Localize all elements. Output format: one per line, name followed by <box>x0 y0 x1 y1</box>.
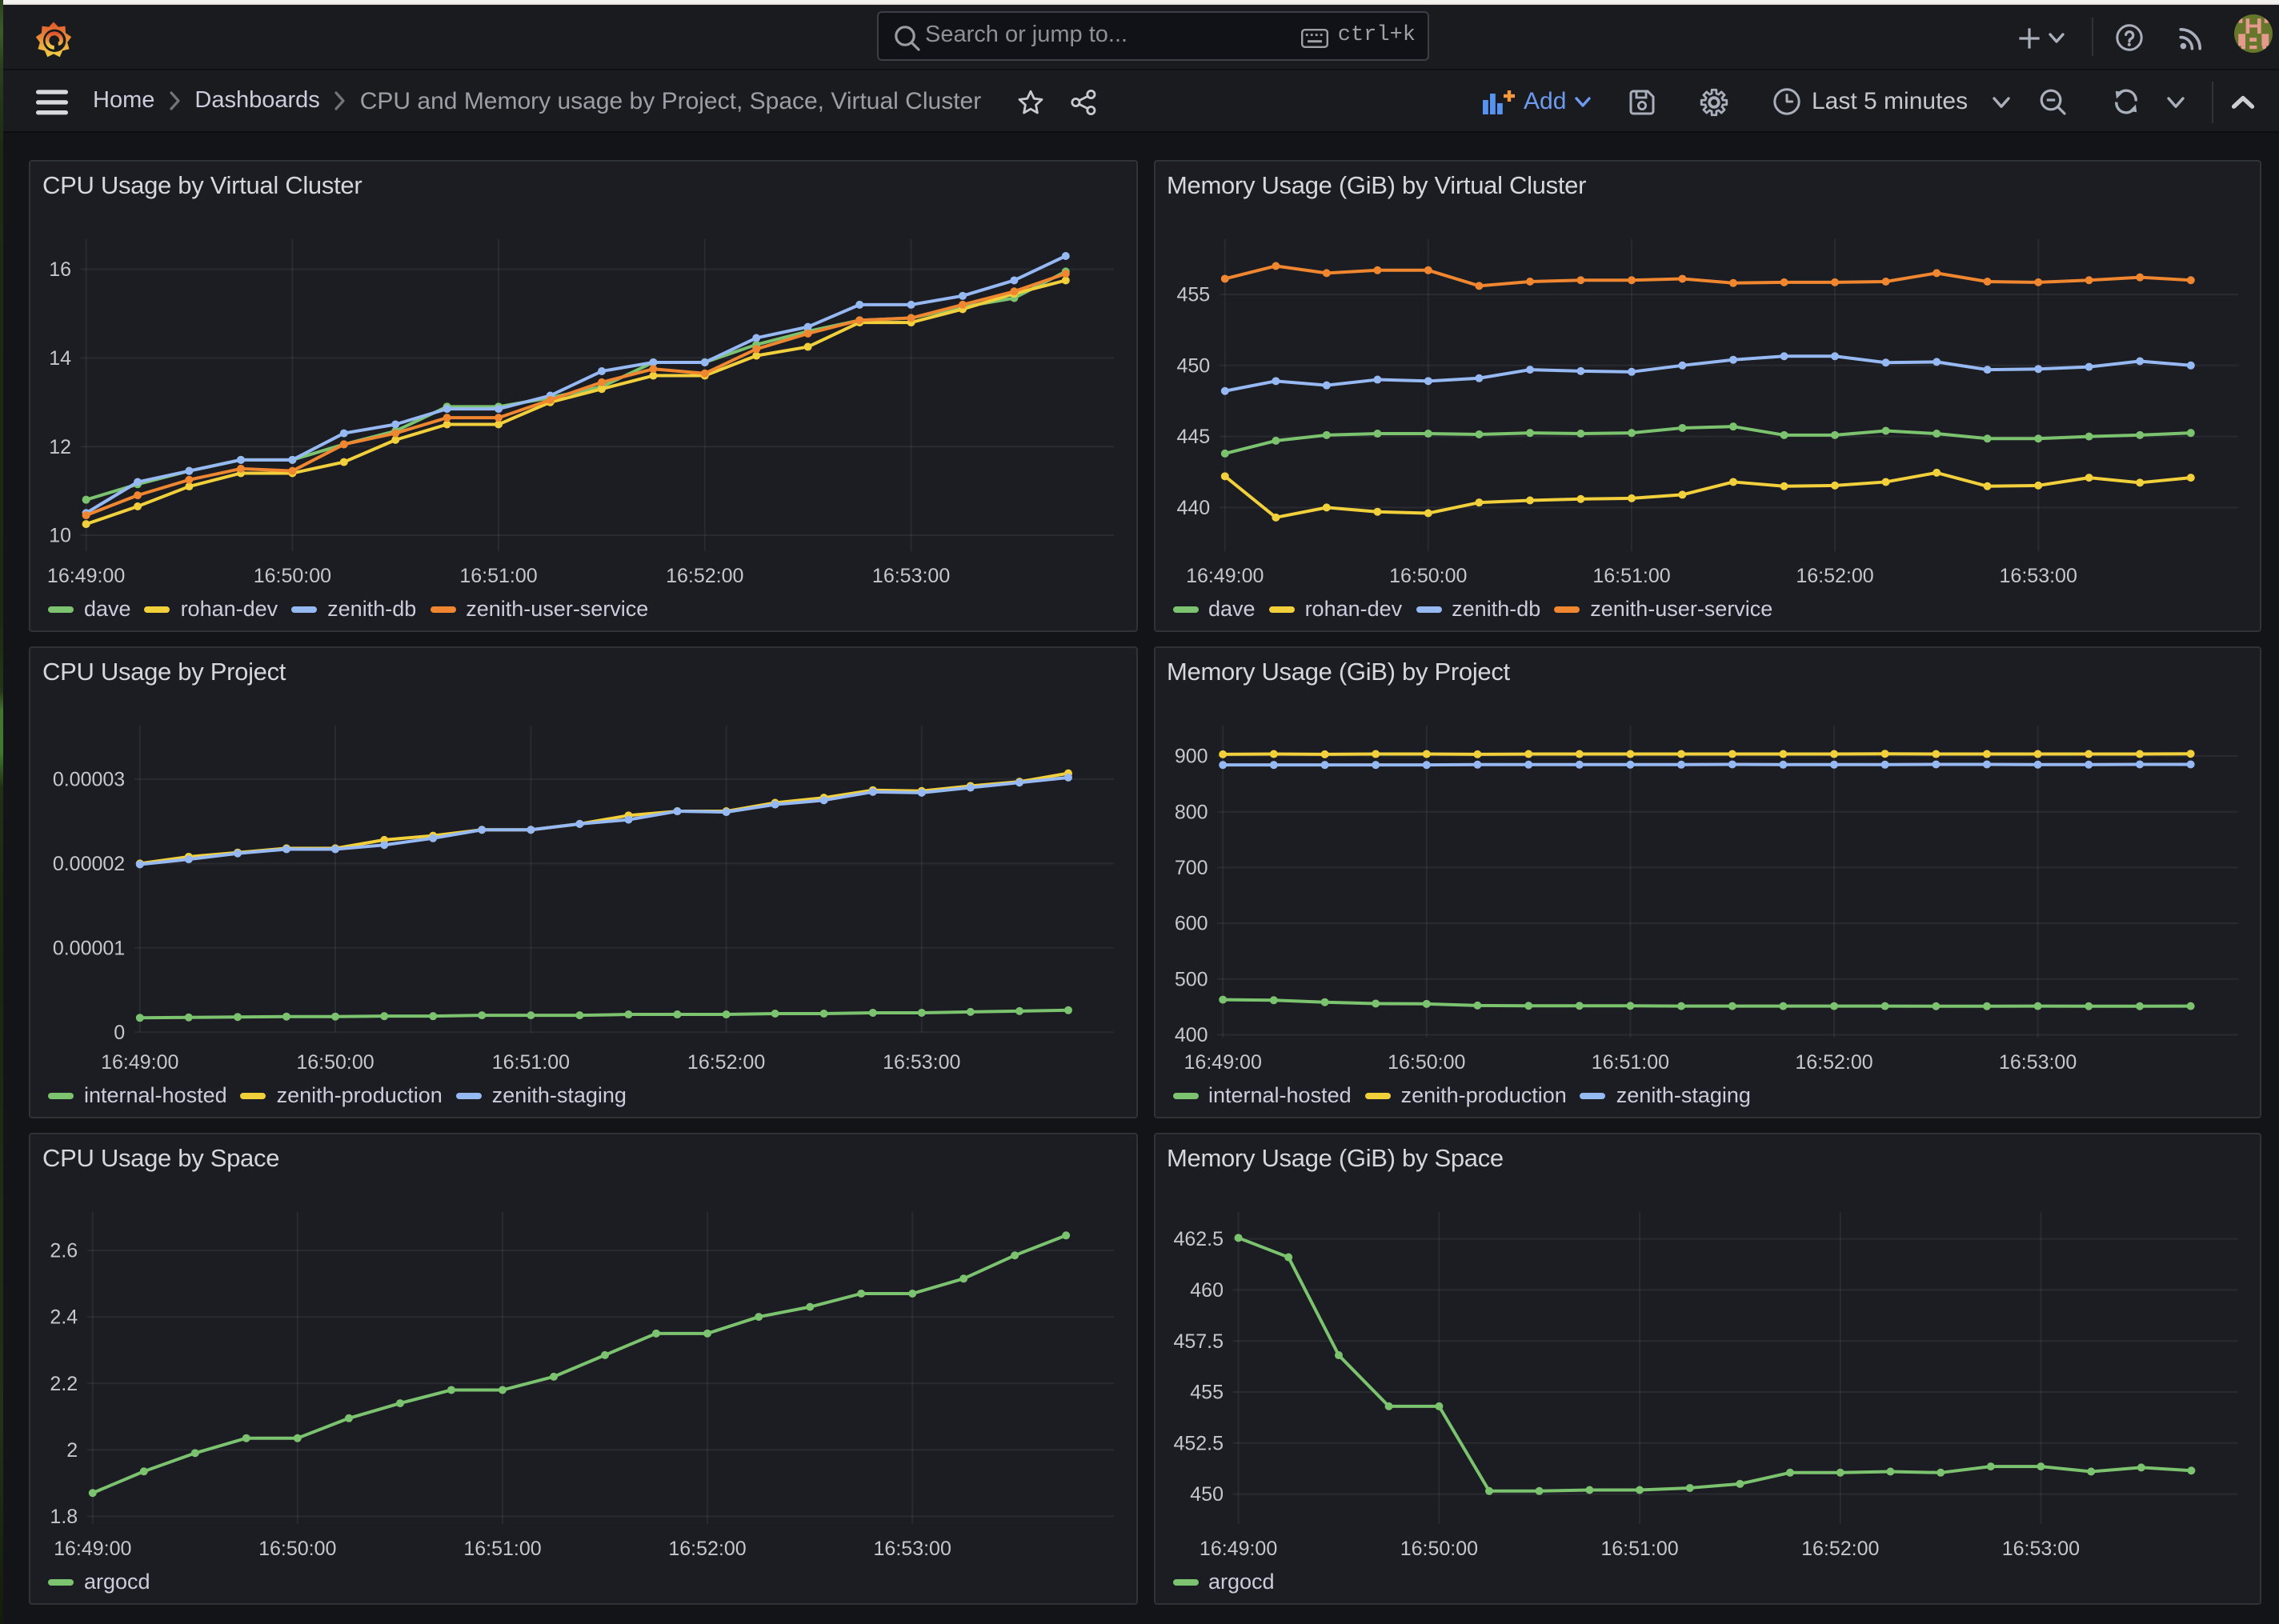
svg-text:0.00003: 0.00003 <box>53 768 125 790</box>
svg-text:16:50:00: 16:50:00 <box>1400 1537 1477 1559</box>
svg-text:16:53:00: 16:53:00 <box>872 564 950 586</box>
svg-text:457.5: 457.5 <box>1172 1330 1223 1352</box>
svg-text:16:51:00: 16:51:00 <box>1600 1537 1677 1559</box>
svg-text:16:51:00: 16:51:00 <box>492 1050 570 1073</box>
svg-text:16:52:00: 16:52:00 <box>1795 564 1872 586</box>
svg-text:2: 2 <box>66 1438 78 1461</box>
svg-text:16: 16 <box>49 258 71 280</box>
svg-text:16:53:00: 16:53:00 <box>883 1050 960 1073</box>
svg-text:16:49:00: 16:49:00 <box>1184 1050 1261 1073</box>
svg-text:16:53:00: 16:53:00 <box>2001 1537 2079 1559</box>
svg-text:2.6: 2.6 <box>50 1239 78 1262</box>
svg-text:16:53:00: 16:53:00 <box>1999 564 2077 586</box>
svg-text:455: 455 <box>1176 283 1209 306</box>
svg-text:450: 450 <box>1176 354 1209 376</box>
svg-text:16:53:00: 16:53:00 <box>1998 1050 2076 1073</box>
svg-text:16:49:00: 16:49:00 <box>101 1050 178 1073</box>
svg-text:16:51:00: 16:51:00 <box>1591 1050 1668 1073</box>
svg-text:12: 12 <box>49 435 71 458</box>
svg-text:450: 450 <box>1189 1482 1223 1505</box>
svg-text:16:51:00: 16:51:00 <box>459 564 537 586</box>
svg-text:500: 500 <box>1174 967 1208 990</box>
svg-text:0: 0 <box>114 1021 125 1043</box>
svg-text:16:49:00: 16:49:00 <box>1199 1537 1276 1559</box>
svg-text:400: 400 <box>1174 1023 1208 1046</box>
svg-text:16:51:00: 16:51:00 <box>463 1537 541 1559</box>
svg-text:0.00002: 0.00002 <box>53 852 125 874</box>
svg-text:455: 455 <box>1189 1381 1223 1403</box>
svg-text:900: 900 <box>1174 745 1208 767</box>
svg-text:10: 10 <box>49 524 71 546</box>
svg-text:0.00001: 0.00001 <box>53 936 125 958</box>
svg-text:16:53:00: 16:53:00 <box>874 1537 951 1559</box>
svg-text:16:49:00: 16:49:00 <box>54 1537 131 1559</box>
svg-text:440: 440 <box>1176 496 1209 518</box>
svg-text:14: 14 <box>49 346 71 369</box>
svg-text:16:52:00: 16:52:00 <box>1794 1050 1872 1073</box>
svg-text:16:52:00: 16:52:00 <box>666 564 743 586</box>
svg-text:2.4: 2.4 <box>50 1306 78 1328</box>
svg-text:16:49:00: 16:49:00 <box>47 564 125 586</box>
svg-text:16:50:00: 16:50:00 <box>254 564 331 586</box>
svg-text:16:52:00: 16:52:00 <box>668 1537 746 1559</box>
svg-text:800: 800 <box>1174 800 1208 822</box>
svg-text:16:49:00: 16:49:00 <box>1185 564 1263 586</box>
svg-text:16:52:00: 16:52:00 <box>687 1050 765 1073</box>
svg-text:2.2: 2.2 <box>50 1372 78 1394</box>
svg-text:445: 445 <box>1176 425 1209 447</box>
svg-text:1.8: 1.8 <box>50 1505 78 1527</box>
svg-text:16:50:00: 16:50:00 <box>1387 1050 1464 1073</box>
svg-text:16:50:00: 16:50:00 <box>1388 564 1466 586</box>
svg-text:16:50:00: 16:50:00 <box>296 1050 374 1073</box>
svg-text:700: 700 <box>1174 856 1208 878</box>
svg-text:16:51:00: 16:51:00 <box>1592 564 1669 586</box>
svg-text:16:50:00: 16:50:00 <box>258 1537 336 1559</box>
svg-text:460: 460 <box>1189 1278 1223 1301</box>
svg-text:16:52:00: 16:52:00 <box>1800 1537 1878 1559</box>
svg-text:462.5: 462.5 <box>1172 1227 1223 1250</box>
svg-text:452.5: 452.5 <box>1172 1431 1223 1454</box>
svg-text:600: 600 <box>1174 912 1208 934</box>
